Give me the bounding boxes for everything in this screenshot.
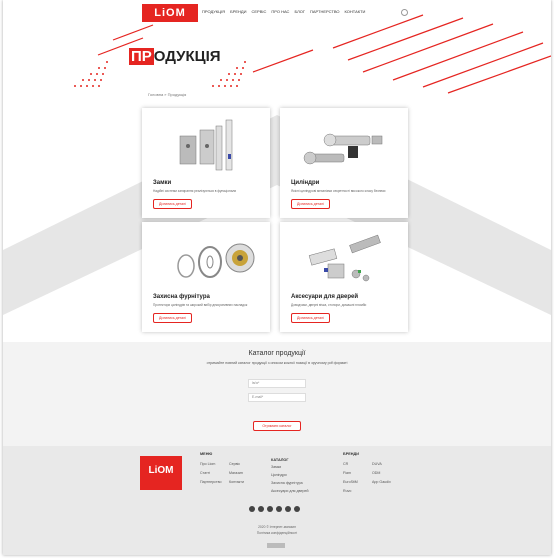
- decor-dot: [240, 73, 242, 75]
- page-title-highlight: ПР: [129, 48, 154, 65]
- details-button[interactable]: Дізнатись деталі: [291, 313, 330, 323]
- decor-dot: [238, 79, 240, 81]
- details-button[interactable]: Дізнатись деталі: [291, 199, 330, 209]
- product-card-locks[interactable]: Замки Надійні системи запирання реалізую…: [142, 108, 270, 218]
- card-description: Доводчики, дверні вічка, стопори, домашн…: [291, 303, 367, 307]
- footer-link[interactable]: CR: [343, 462, 348, 466]
- decor-dot: [82, 79, 84, 81]
- footer-link[interactable]: Ruvo: [343, 489, 351, 493]
- site-footer: LiOM МЕНЮ Про Liom Сервіс Статті Магазин…: [3, 446, 551, 555]
- footer-link[interactable]: Сервіс: [229, 462, 240, 466]
- decor-dot: [90, 73, 92, 75]
- decor-dot: [234, 73, 236, 75]
- footer-link[interactable]: Про Liom: [200, 462, 215, 466]
- card-title: Аксесуари для дверей: [291, 294, 359, 300]
- decorative-dots: [74, 61, 246, 87]
- decor-dot: [74, 85, 76, 87]
- decor-dot: [228, 73, 230, 75]
- footer-link[interactable]: Магазин: [229, 471, 243, 475]
- decor-dot: [102, 73, 104, 75]
- get-catalog-button[interactable]: Отримати каталог: [253, 421, 301, 431]
- product-card-cylinders[interactable]: Циліндри Якісні циліндрові механізми сек…: [280, 108, 408, 218]
- decor-dot: [232, 79, 234, 81]
- footer-link[interactable]: Аксесуари для дверей: [271, 489, 308, 493]
- footer-catalog-title: КАТАЛОГ: [271, 458, 289, 462]
- card-description: Якісні циліндрові механізми секретності …: [291, 189, 386, 193]
- footer-link[interactable]: Партнерство: [200, 480, 221, 484]
- decor-dot: [244, 61, 246, 63]
- decor-dot: [80, 85, 82, 87]
- catalog-section: Каталог продукції отримайте повний катал…: [3, 342, 551, 446]
- footer-logo[interactable]: LiOM: [140, 456, 182, 490]
- card-title: Замки: [153, 180, 172, 186]
- twitter-icon[interactable]: [294, 506, 300, 512]
- decor-dot: [92, 85, 94, 87]
- decor-dot: [236, 85, 238, 87]
- youtube-icon[interactable]: [267, 506, 273, 512]
- footer-link[interactable]: Контакти: [229, 480, 244, 484]
- page-title: ПР ОДУКЦІЯ: [129, 48, 221, 65]
- decor-dot: [218, 85, 220, 87]
- product-card-accessories[interactable]: Аксесуари для дверей Доводчики, дверні в…: [280, 222, 408, 332]
- facebook-icon[interactable]: [249, 506, 255, 512]
- locks-image: [179, 119, 233, 171]
- catalog-title: Каталог продукції: [248, 350, 306, 357]
- decor-dot: [86, 85, 88, 87]
- decor-dot: [212, 85, 214, 87]
- footer-link[interactable]: Статті: [200, 471, 210, 475]
- details-button[interactable]: Дізнатись деталі: [153, 313, 192, 323]
- footer-menu-title: МЕНЮ: [200, 452, 213, 456]
- decor-dot: [88, 79, 90, 81]
- card-description: Протектори циліндрів та широкий вибір де…: [153, 303, 248, 307]
- decor-dot: [224, 85, 226, 87]
- decor-dot: [94, 79, 96, 81]
- card-title: Циліндри: [291, 180, 320, 186]
- decor-dot: [220, 79, 222, 81]
- decor-dot: [104, 67, 106, 69]
- decor-dot: [242, 67, 244, 69]
- product-card-hardware[interactable]: Захисна фурнітура Протектори циліндрів т…: [142, 222, 270, 332]
- decor-dot: [98, 67, 100, 69]
- viber-icon[interactable]: [285, 506, 291, 512]
- decor-dot: [230, 85, 232, 87]
- decor-dot: [226, 79, 228, 81]
- copyright: 2020 © Інтернет-магазин: [258, 525, 296, 529]
- footer-link[interactable]: App Gaudix: [372, 480, 391, 484]
- decor-dot: [98, 85, 100, 87]
- footer-link[interactable]: EuroStiM: [343, 480, 358, 484]
- catalog-subtitle: отримайте повний каталог продукції з опи…: [206, 361, 348, 365]
- cylinders-image: [303, 133, 383, 165]
- footer-link[interactable]: DUVA: [372, 462, 382, 466]
- email-field[interactable]: E-mail*: [248, 393, 306, 402]
- page-title-rest: ОДУКЦІЯ: [153, 48, 221, 65]
- decor-dot: [106, 61, 108, 63]
- card-title: Захисна фурнітура: [153, 294, 210, 300]
- hardware-image: [177, 243, 255, 278]
- privacy-link[interactable]: Політика конфіденційності: [3, 531, 551, 535]
- telegram-icon[interactable]: [276, 506, 282, 512]
- developer-logo[interactable]: [267, 543, 285, 548]
- decor-dot: [96, 73, 98, 75]
- footer-link[interactable]: Замки: [271, 465, 281, 469]
- footer-link[interactable]: Циліндри: [271, 473, 287, 477]
- social-links: [249, 506, 300, 512]
- footer-link[interactable]: Захисна фурнітура: [271, 481, 303, 485]
- footer-link[interactable]: Fiam: [343, 471, 351, 475]
- decor-dot: [100, 79, 102, 81]
- accessories-image: [308, 234, 381, 282]
- card-description: Надійні системи запирання реалізуються в…: [153, 189, 237, 193]
- name-field[interactable]: Ім'я*: [248, 379, 306, 388]
- details-button[interactable]: Дізнатись деталі: [153, 199, 192, 209]
- footer-brands-title: БРЕНДИ: [343, 452, 359, 456]
- footer-link[interactable]: ODM: [372, 471, 380, 475]
- decor-dot: [236, 67, 238, 69]
- breadcrumb[interactable]: Головна » Продукція: [148, 92, 186, 97]
- page-frame: LiOM ПРОДУКЦІЯ БРЕНДИ СЕРВІС ПРО НАС БЛО…: [3, 0, 551, 555]
- instagram-icon[interactable]: [258, 506, 264, 512]
